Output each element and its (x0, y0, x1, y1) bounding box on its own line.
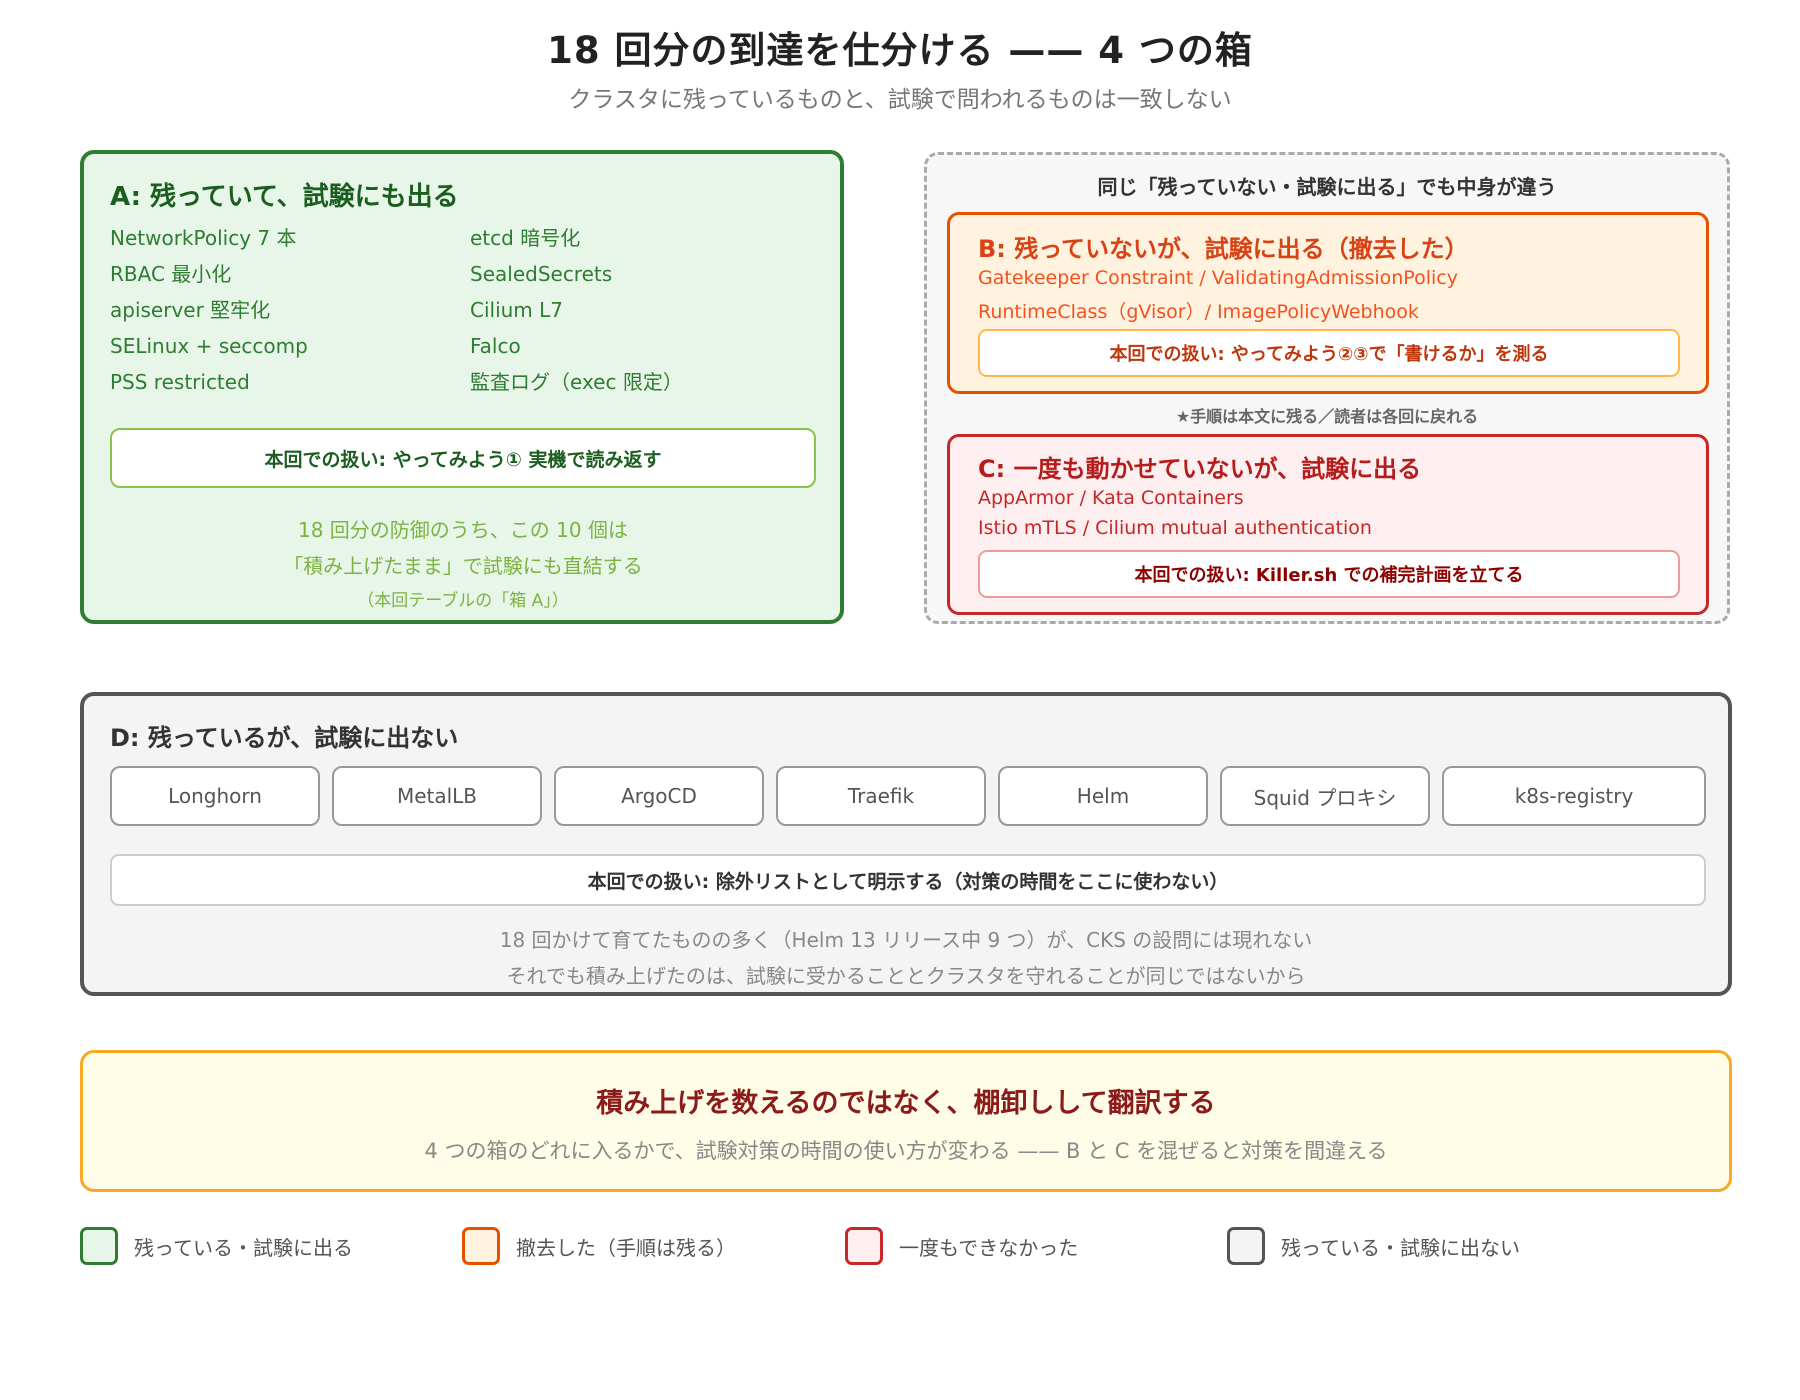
page-subtitle: クラスタに残っているものと、試験で問われるものは一致しない (568, 87, 1232, 113)
conclusion-title: 積み上げを数えるのではなく、棚卸しして翻訳する (596, 1088, 1216, 1119)
box-b-heading: B: 残っていないが、試験に出る（撤去した） (978, 235, 1469, 263)
box-d-pill: Traefik (776, 766, 986, 826)
box-d-note: それでも積み上げたのは、試験に受かることとクラスタを守れることが同じではないから (506, 964, 1306, 988)
box-a-note-small: （本回テーブルの「箱 A」） (357, 591, 569, 611)
page-title: 18 回分の到達を仕分ける —— 4 つの箱 (547, 29, 1253, 72)
box-a-note: 「積み上げたまま」で試験にも直結する (283, 554, 643, 578)
box-b: B: 残っていないが、試験に出る（撤去した） Gatekeeper Constr… (947, 212, 1709, 394)
box-c-heading: C: 一度も動かせていないが、試験に出る (978, 455, 1422, 483)
legend-item-b: 撤去した（手順は残る） (462, 1226, 736, 1266)
box-a-item: NetworkPolicy 7 本 (110, 226, 297, 250)
box-a-item: etcd 暗号化 (470, 226, 581, 250)
box-d-handling: 本回での扱い: 除外リストとして明示する（対策の時間をここに使わない） (110, 854, 1706, 906)
box-a-items: NetworkPolicy 7 本 etcd 暗号化 RBAC 最小化 Seal… (110, 226, 830, 395)
legend-label: 残っている・試験に出ない (1281, 1235, 1520, 1260)
group-star-note: ★手順は本文に残る／読者は各回に戻れる (1175, 407, 1479, 426)
box-a-item: RBAC 最小化 (110, 262, 232, 286)
box-d-pill: Squid プロキシ (1220, 766, 1430, 826)
box-a-item: SELinux + seccomp (110, 334, 308, 358)
box-a-item: PSS restricted (110, 370, 250, 394)
box-a: A: 残っていて、試験にも出る NetworkPolicy 7 本 etcd 暗… (80, 150, 844, 624)
box-a-heading: A: 残っていて、試験にも出る (110, 182, 459, 212)
box-d-pills: Longhorn MetalLB ArgoCD Traefik Helm Squ… (110, 766, 1706, 826)
box-b-handling: 本回での扱い: やってみよう②③で「書けるか」を測る (978, 329, 1680, 377)
box-a-note: 18 回分の防御のうち、この 10 個は (298, 518, 628, 542)
box-d-pill: Helm (998, 766, 1208, 826)
box-a-item: Falco (470, 334, 521, 358)
legend-swatch (80, 1227, 118, 1265)
conclusion-box: 積み上げを数えるのではなく、棚卸しして翻訳する 4 つの箱のどれに入るかで、試験… (80, 1050, 1732, 1192)
legend-label: 一度もできなかった (899, 1235, 1079, 1260)
legend-swatch (845, 1227, 883, 1265)
box-d-pill: ArgoCD (554, 766, 764, 826)
box-a-item: SealedSecrets (470, 262, 613, 286)
box-b-line: RuntimeClass（gVisor）/ ImagePolicyWebhook (978, 301, 1419, 323)
box-d-pill: MetalLB (332, 766, 542, 826)
legend-item-c: 一度もできなかった (845, 1226, 1078, 1266)
group-title: 同じ「残っていない・試験に出る」でも中身が違う (1097, 175, 1557, 199)
box-c-line: Istio mTLS / Cilium mutual authenticatio… (978, 517, 1372, 539)
box-b-line: Gatekeeper Constraint / ValidatingAdmiss… (978, 267, 1458, 289)
box-a-item: apiserver 堅牢化 (110, 298, 271, 322)
box-c-handling: 本回での扱い: Killer.sh での補完計画を立てる (978, 550, 1680, 598)
legend-swatch (1227, 1227, 1265, 1265)
legend-item-d: 残っている・試験に出ない (1227, 1226, 1520, 1266)
legend-label: 撤去した（手順は残る） (516, 1235, 736, 1260)
group-b-c: 同じ「残っていない・試験に出る」でも中身が違う B: 残っていないが、試験に出る… (924, 152, 1730, 624)
box-c: C: 一度も動かせていないが、試験に出る AppArmor / Kata Con… (947, 434, 1709, 615)
box-d-note: 18 回かけて育てたものの多く（Helm 13 リリース中 9 つ）が、CKS … (499, 928, 1313, 952)
box-a-item: 監査ログ（exec 限定） (470, 370, 683, 394)
box-d-heading: D: 残っているが、試験に出ない (110, 724, 459, 752)
legend-label: 残っている・試験に出る (134, 1235, 353, 1260)
box-a-item: Cilium L7 (470, 298, 564, 322)
conclusion-subtitle: 4 つの箱のどれに入るかで、試験対策の時間の使い方が変わる —— B と C を… (424, 1139, 1388, 1163)
box-d-pill: k8s-registry (1442, 766, 1706, 826)
box-a-handling: 本回での扱い: やってみよう① 実機で読み返す (110, 428, 816, 488)
box-d-pill: Longhorn (110, 766, 320, 826)
legend-item-a: 残っている・試験に出る (80, 1226, 353, 1266)
box-d: D: 残っているが、試験に出ない Longhorn MetalLB ArgoCD… (80, 692, 1732, 996)
box-c-line: AppArmor / Kata Containers (978, 487, 1244, 509)
legend-swatch (462, 1227, 500, 1265)
